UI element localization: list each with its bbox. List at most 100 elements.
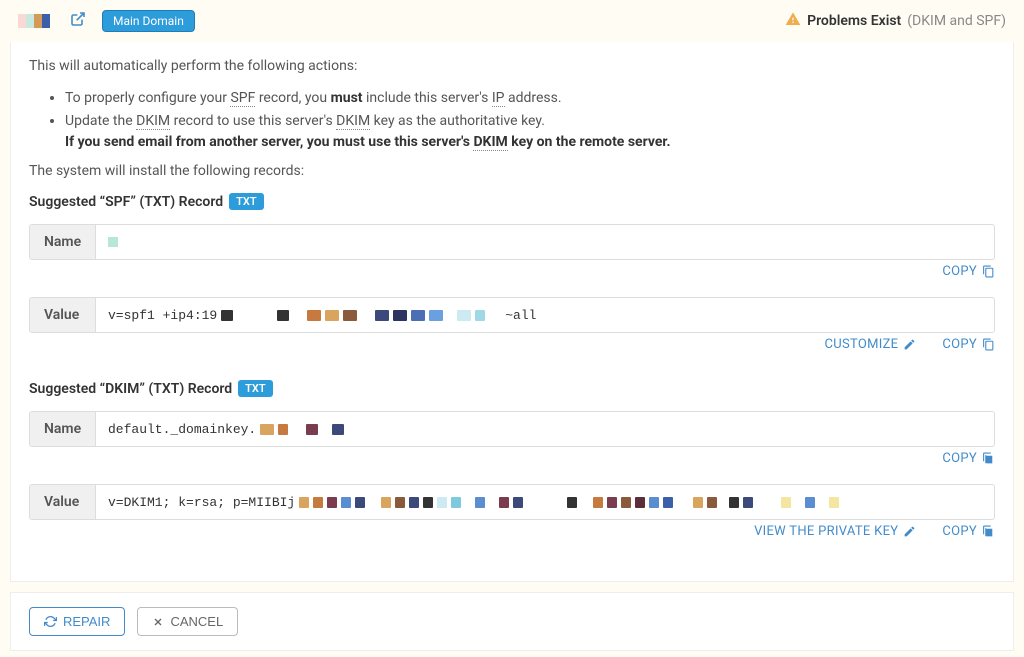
redacted-block (343, 310, 357, 321)
txt-badge: TXT (229, 193, 264, 210)
value-label: Value (30, 298, 96, 332)
spf-name-row: Name (29, 224, 995, 260)
dkim-value-row: Value v=DKIM1; k=rsa; p=MIIBIj (29, 484, 995, 520)
close-icon (152, 616, 164, 628)
dkim-value-actions: VIEW THE PRIVATE KEY COPY (29, 524, 995, 539)
redacted-block (499, 497, 509, 508)
copy-button[interactable]: COPY (942, 451, 995, 466)
dkim-name-value[interactable]: default._domainkey. (96, 412, 994, 446)
spf-name-value[interactable] (96, 225, 994, 259)
redacted-block (451, 497, 461, 508)
warning-icon (785, 11, 801, 31)
spf-value-value[interactable]: v=spf1 +ip4:19 ~all (96, 298, 994, 332)
system-line: The system will install the following re… (29, 163, 995, 179)
problems-indicator: Problems Exist (DKIM and SPF) (785, 11, 1006, 31)
cancel-button[interactable]: CANCEL (137, 607, 238, 636)
problems-text: Problems Exist (807, 13, 901, 29)
copy-button[interactable]: COPY (942, 264, 995, 279)
customize-button[interactable]: CUSTOMIZE (824, 337, 916, 352)
redacted-block (355, 497, 365, 508)
redacted-block (395, 497, 405, 508)
copy-icon (982, 265, 995, 278)
external-link-icon[interactable] (70, 11, 86, 31)
action-list: To properly configure your SPF record, y… (65, 88, 995, 153)
redacted-block (829, 497, 839, 508)
redacted-block (278, 424, 288, 435)
redacted-block (513, 497, 523, 508)
spf-value-row: Value v=spf1 +ip4:19 ~all (29, 297, 995, 333)
redacted-block (707, 497, 717, 508)
redacted-block (411, 310, 425, 321)
list-item: Update the DKIM record to use this serve… (65, 111, 995, 153)
redacted-block (621, 497, 631, 508)
spf-section-title: Suggested “SPF” (TXT) Record TXT (29, 193, 995, 210)
repair-button[interactable]: REPAIR (29, 607, 125, 636)
intro-text: This will automatically perform the foll… (29, 58, 995, 74)
spf-name-actions: COPY (29, 264, 995, 279)
view-private-key-button[interactable]: VIEW THE PRIVATE KEY (754, 524, 916, 539)
redacted-block (475, 310, 485, 321)
redacted-block (277, 310, 289, 321)
redacted-block (567, 497, 577, 508)
redacted-block (423, 497, 433, 508)
txt-badge: TXT (238, 380, 273, 397)
redacted-block (635, 497, 645, 508)
dkim-abbr: DKIM (473, 134, 507, 151)
copy-icon (982, 525, 995, 538)
redacted-block (332, 424, 344, 435)
name-label: Name (30, 225, 96, 259)
redacted-block (743, 497, 753, 508)
spf-abbr: SPF (230, 90, 255, 107)
dkim-value-value[interactable]: v=DKIM1; k=rsa; p=MIIBIj (96, 485, 994, 519)
redacted-block (375, 310, 389, 321)
redacted-block (429, 310, 443, 321)
copy-button[interactable]: COPY (942, 337, 995, 352)
redacted-block (729, 497, 739, 508)
redacted-block (108, 237, 118, 247)
redacted-block (221, 310, 233, 321)
redacted-block (260, 424, 274, 435)
copy-icon (982, 452, 995, 465)
redacted-block (307, 310, 321, 321)
redacted-block (325, 310, 339, 321)
redacted-block (475, 497, 485, 508)
redacted-block (781, 497, 791, 508)
redacted-block (649, 497, 659, 508)
dkim-name-row: Name default._domainkey. (29, 411, 995, 447)
name-label: Name (30, 412, 96, 446)
copy-button[interactable]: COPY (942, 524, 995, 539)
redacted-block (313, 497, 323, 508)
domain-color-indicator (18, 14, 50, 28)
pencil-icon (903, 525, 916, 538)
ip-abbr: IP (492, 90, 505, 107)
redacted-block (393, 310, 407, 321)
pencil-icon (903, 338, 916, 351)
redacted-block (299, 497, 309, 508)
dkim-section-title: Suggested “DKIM” (TXT) Record TXT (29, 380, 995, 397)
list-item: To properly configure your SPF record, y… (65, 88, 995, 109)
spf-value-actions: CUSTOMIZE COPY (29, 337, 995, 352)
redacted-block (805, 497, 815, 508)
redacted-block (381, 497, 391, 508)
dkim-name-actions: COPY (29, 451, 995, 466)
footer-actions: REPAIR CANCEL (10, 592, 1014, 651)
dkim-abbr: DKIM (336, 113, 370, 130)
problems-detail: (DKIM and SPF) (907, 13, 1006, 29)
redacted-block (437, 497, 447, 508)
content-panel: This will automatically perform the foll… (10, 42, 1014, 582)
redacted-block (341, 497, 351, 508)
refresh-icon (44, 615, 57, 628)
value-label: Value (30, 485, 96, 519)
redacted-block (306, 424, 318, 435)
redacted-block (457, 310, 471, 321)
redacted-block (607, 497, 617, 508)
dkim-abbr: DKIM (136, 113, 170, 130)
redacted-block (409, 497, 419, 508)
copy-icon (982, 338, 995, 351)
redacted-block (663, 497, 673, 508)
redacted-block (693, 497, 703, 508)
redacted-block (327, 497, 337, 508)
domain-header: Main Domain Problems Exist (DKIM and SPF… (0, 0, 1024, 42)
redacted-block (593, 497, 603, 508)
main-domain-badge: Main Domain (102, 10, 195, 32)
